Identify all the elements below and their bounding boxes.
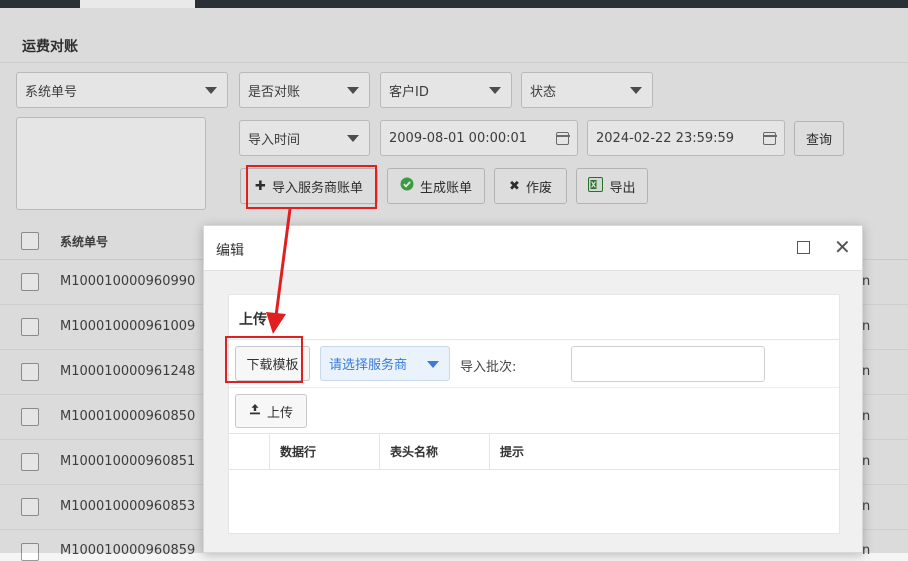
divider <box>229 387 839 388</box>
column-header-blank <box>229 434 269 469</box>
column-header-header-name: 表头名称 <box>379 434 489 469</box>
active-top-tab[interactable] <box>80 0 195 8</box>
upload-result-table-header: 数据行 表头名称 提示 <box>229 433 839 470</box>
upload-button[interactable]: 上传 <box>235 394 307 428</box>
provider-select[interactable]: 请选择服务商 <box>320 346 450 381</box>
dialog-header: 编辑 ✕ <box>204 226 862 271</box>
provider-placeholder: 请选择服务商 <box>329 358 408 373</box>
batch-input[interactable] <box>571 346 765 382</box>
chevron-down-icon <box>427 361 439 368</box>
edit-dialog: 编辑 ✕ 上传 下载模板 请选择服务商 导入批次: 上传 数据行 表头名称 提示 <box>203 225 863 553</box>
upload-label: 上传 <box>266 405 293 421</box>
column-header-data-row: 数据行 <box>269 434 379 469</box>
upload-icon <box>249 403 261 419</box>
batch-label: 导入批次: <box>460 360 517 375</box>
column-header-hint: 提示 <box>489 434 839 469</box>
highlight-box-download-template <box>225 336 303 383</box>
close-icon[interactable]: ✕ <box>834 235 851 259</box>
upload-section-title: 上传 <box>239 312 267 328</box>
maximize-icon[interactable] <box>797 241 810 254</box>
divider <box>229 339 839 340</box>
highlight-box-import <box>246 165 377 209</box>
upload-panel: 上传 下载模板 请选择服务商 导入批次: 上传 数据行 表头名称 提示 <box>228 294 840 534</box>
dialog-title: 编辑 <box>216 243 244 259</box>
